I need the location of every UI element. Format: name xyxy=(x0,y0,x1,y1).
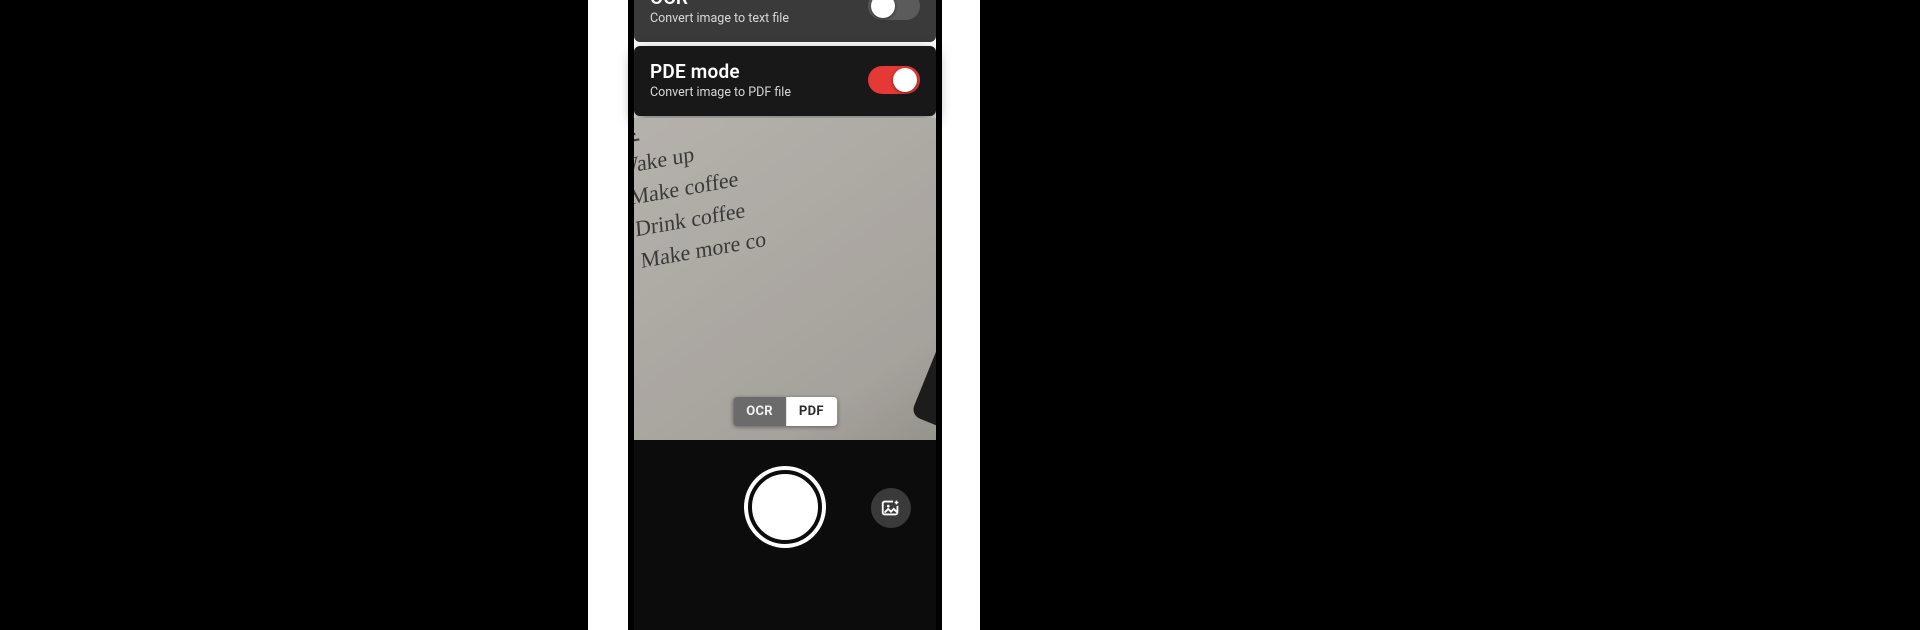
letterbox-right xyxy=(980,0,1920,630)
settings-pdf-subtitle: Convert image to PDF file xyxy=(650,85,791,100)
phone-bezel-right xyxy=(936,0,942,630)
settings-ocr-subtitle: Convert image to text file xyxy=(650,11,789,26)
letterbox-left xyxy=(0,0,588,630)
toggle-ocr[interactable] xyxy=(868,0,920,20)
settings-card-ocr[interactable]: OCR Convert image to text file xyxy=(634,0,936,42)
pen-prop: Ban xyxy=(910,118,936,440)
camera-viewfinder: Ban o do: Wake up Make coffee Drink coff… xyxy=(634,118,936,440)
mode-selector[interactable]: OCR PDF xyxy=(733,397,837,426)
mode-option-ocr[interactable]: OCR xyxy=(733,397,786,426)
camera-footer xyxy=(634,440,936,630)
settings-card-pdf[interactable]: PDE mode Convert image to PDF file xyxy=(634,46,936,116)
toggle-pdf[interactable] xyxy=(868,66,920,94)
toggle-knob xyxy=(871,0,895,18)
shutter-button[interactable] xyxy=(748,470,822,544)
handwritten-list: o do: Wake up Make coffee Drink coffee M… xyxy=(634,118,769,286)
phone-screen: OCR Convert image to text file PDE mode … xyxy=(634,0,936,630)
settings-pdf-title: PDE mode xyxy=(650,60,791,83)
settings-ocr-title: OCR xyxy=(650,0,789,9)
toggle-knob xyxy=(893,68,917,92)
app-screenshot: OCR Convert image to text file PDE mode … xyxy=(0,0,1920,630)
image-plus-icon xyxy=(880,497,902,519)
gallery-button[interactable] xyxy=(871,488,911,528)
paper-surface: Ban o do: Wake up Make coffee Drink coff… xyxy=(634,118,936,440)
mode-option-pdf[interactable]: PDF xyxy=(786,397,837,426)
